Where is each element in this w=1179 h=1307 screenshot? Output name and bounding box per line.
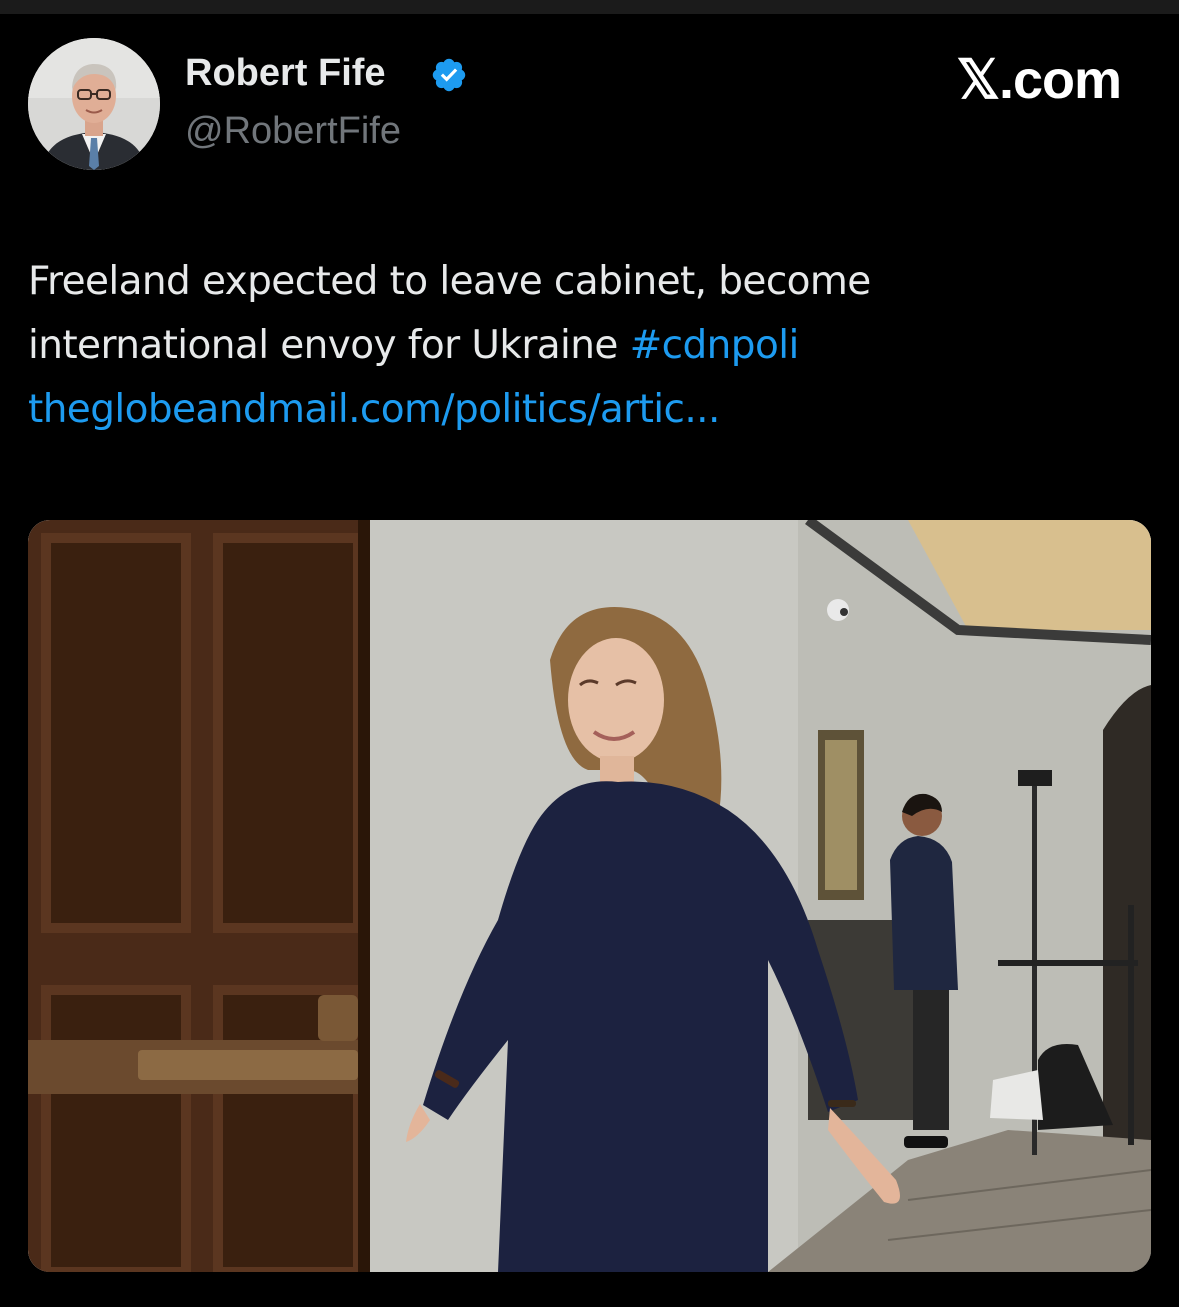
x-logo-brand: 𝕏.com (956, 50, 1122, 110)
tweet-header: Robert Fife @RobertFife 𝕏.com (28, 38, 1151, 172)
tweet-text-line-1: Freeland expected to leave cabinet, beco… (28, 259, 871, 304)
author-name[interactable]: Robert Fife (185, 52, 386, 95)
article-link[interactable]: theglobeandmail.com/politics/artic... (28, 378, 1148, 442)
tweet-text: Freeland expected to leave cabinet, beco… (28, 250, 1148, 442)
author-avatar[interactable] (28, 38, 160, 170)
tweet-text-line-2-body: international envoy for Ukraine (28, 323, 630, 368)
hashtag-link[interactable]: #cdnpoli (630, 323, 800, 368)
tweet-text-line-2: international envoy for Ukraine #cdnpoli (28, 314, 1148, 378)
verified-badge-icon (432, 58, 466, 92)
tweet-photo[interactable] (28, 520, 1151, 1272)
status-strip (0, 0, 1179, 14)
author-handle[interactable]: @RobertFife (185, 110, 401, 153)
